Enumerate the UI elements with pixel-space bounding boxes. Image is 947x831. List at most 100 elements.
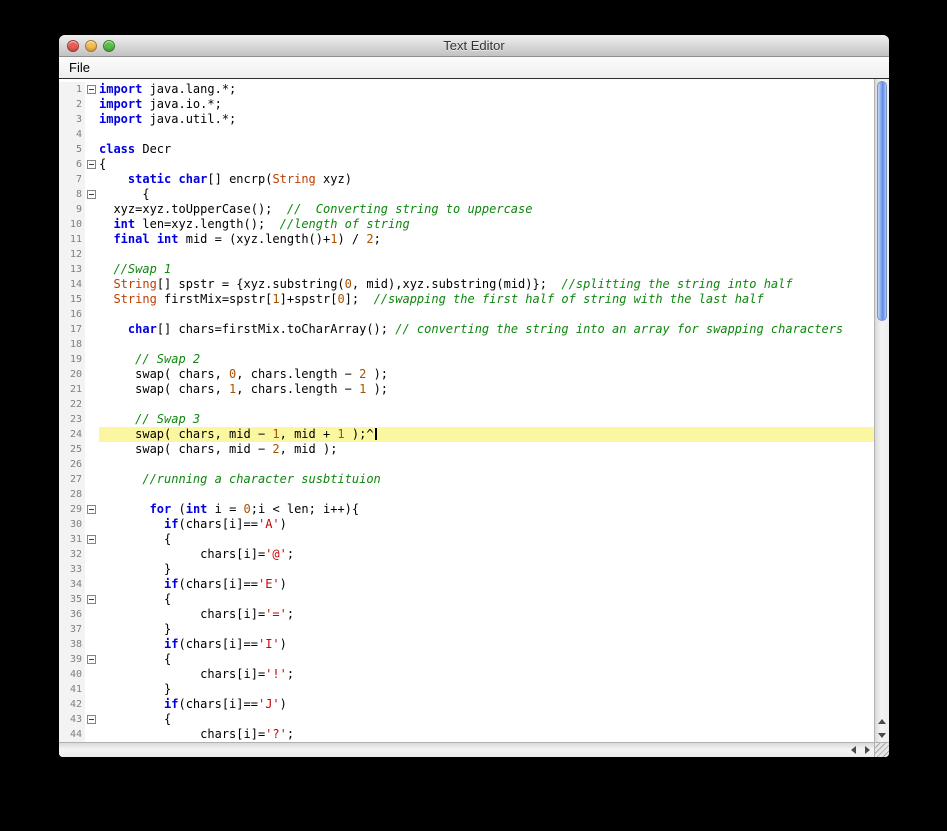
fold-marker[interactable] [85,532,99,547]
fold-marker[interactable] [85,502,99,517]
code-line[interactable]: 23 // Swap 3 [59,412,874,427]
fold-collapse-icon[interactable] [87,715,96,724]
vertical-scrollbar-thumb[interactable] [877,81,887,321]
fold-marker[interactable] [85,157,99,172]
code-text[interactable] [99,337,874,352]
code-text[interactable]: final int mid = (xyz.length()+1) / 2; [99,232,874,247]
fold-marker[interactable] [85,187,99,202]
code-text[interactable]: chars[i]='?'; [99,727,874,742]
code-line[interactable]: 11 final int mid = (xyz.length()+1) / 2; [59,232,874,247]
code-text[interactable]: String firstMix=spstr[1]+spstr[0]; //swa… [99,292,874,307]
scroll-right-button[interactable] [860,743,874,757]
fold-collapse-icon[interactable] [87,160,96,169]
vertical-scrollbar[interactable] [874,79,889,742]
code-line[interactable]: 2 import java.io.*; [59,97,874,112]
code-line[interactable]: 24 swap( chars, mid − 1, mid + 1 );^ [59,427,874,442]
code-line[interactable]: 41 } [59,682,874,697]
code-line[interactable]: 40 chars[i]='!'; [59,667,874,682]
code-line[interactable]: 13 //Swap 1 [59,262,874,277]
resize-grip[interactable] [874,742,889,757]
fold-marker[interactable] [85,592,99,607]
code-text[interactable]: xyz=xyz.toUpperCase(); // Converting str… [99,202,874,217]
code-text[interactable] [99,457,874,472]
code-line[interactable]: 7 static char[] encrp(String xyz) [59,172,874,187]
scroll-up-button[interactable] [875,714,889,728]
code-text[interactable] [99,127,874,142]
code-text[interactable]: // Swap 2 [99,352,874,367]
code-text[interactable]: chars[i]='!'; [99,667,874,682]
code-line[interactable]: 32 chars[i]='@'; [59,547,874,562]
code-line[interactable]: 28 [59,487,874,502]
code-text[interactable]: swap( chars, 0, chars.length − 2 ); [99,367,874,382]
code-area[interactable]: 1 import java.lang.*; 2 import java.io.*; 3 i… [59,79,874,742]
code-text[interactable]: if(chars[i]=='I') [99,637,874,652]
code-text[interactable]: int len=xyz.length(); //length of string [99,217,874,232]
code-line[interactable]: 10 int len=xyz.length(); //length of str… [59,217,874,232]
titlebar[interactable]: Text Editor [59,35,889,57]
code-line[interactable]: 4 [59,127,874,142]
code-text[interactable]: } [99,622,874,637]
code-line[interactable]: 19 // Swap 2 [59,352,874,367]
fold-collapse-icon[interactable] [87,595,96,604]
code-line[interactable]: 44 chars[i]='?'; [59,727,874,742]
fold-collapse-icon[interactable] [87,655,96,664]
code-text[interactable] [99,247,874,262]
code-line[interactable]: 20 swap( chars, 0, chars.length − 2 ); [59,367,874,382]
code-text[interactable]: chars[i]='@'; [99,547,874,562]
code-line[interactable]: 35 { [59,592,874,607]
code-line[interactable]: 36 chars[i]='='; [59,607,874,622]
code-text[interactable]: if(chars[i]=='E') [99,577,874,592]
code-text[interactable]: //running a character susbtituion [99,472,874,487]
code-text[interactable]: import java.util.*; [99,112,874,127]
code-text[interactable]: class Decr [99,142,874,157]
scroll-left-button[interactable] [846,743,860,757]
close-button[interactable] [67,39,79,52]
code-line[interactable]: 14 String[] spstr = {xyz.substring(0, mi… [59,277,874,292]
code-text[interactable]: // Swap 3 [99,412,874,427]
code-line[interactable]: 39 { [59,652,874,667]
code-text[interactable]: { [99,532,874,547]
code-text[interactable]: swap( chars, 1, chars.length − 1 ); [99,382,874,397]
code-text[interactable]: static char[] encrp(String xyz) [99,172,874,187]
code-line[interactable]: 34 if(chars[i]=='E') [59,577,874,592]
code-text[interactable]: import java.lang.*; [99,82,874,97]
code-text[interactable]: String[] spstr = {xyz.substring(0, mid),… [99,277,874,292]
code-line[interactable]: 30 if(chars[i]=='A') [59,517,874,532]
menu-file[interactable]: File [59,57,100,78]
code-line[interactable]: 22 [59,397,874,412]
code-text[interactable]: } [99,562,874,577]
fold-marker[interactable] [85,652,99,667]
code-text[interactable]: swap( chars, mid − 2, mid ); [99,442,874,457]
code-text[interactable]: if(chars[i]=='J') [99,697,874,712]
fold-collapse-icon[interactable] [87,190,96,199]
code-line[interactable]: 16 [59,307,874,322]
code-line[interactable]: 15 String firstMix=spstr[1]+spstr[0]; //… [59,292,874,307]
code-text[interactable]: if(chars[i]=='A') [99,517,874,532]
code-text[interactable]: swap( chars, mid − 1, mid + 1 );^ [99,427,874,442]
code-line[interactable]: 18 [59,337,874,352]
zoom-button[interactable] [103,39,115,52]
code-line[interactable]: 5 class Decr [59,142,874,157]
fold-collapse-icon[interactable] [87,535,96,544]
code-text[interactable]: for (int i = 0;i < len; i++){ [99,502,874,517]
code-line[interactable]: 33 } [59,562,874,577]
code-text[interactable]: { [99,187,874,202]
code-line[interactable]: 29 for (int i = 0;i < len; i++){ [59,502,874,517]
code-line[interactable]: 38 if(chars[i]=='I') [59,637,874,652]
code-text[interactable]: char[] chars=firstMix.toCharArray(); // … [99,322,874,337]
fold-collapse-icon[interactable] [87,85,96,94]
code-text[interactable]: { [99,592,874,607]
code-line[interactable]: 27 //running a character susbtituion [59,472,874,487]
code-line[interactable]: 9 xyz=xyz.toUpperCase(); // Converting s… [59,202,874,217]
code-line[interactable]: 12 [59,247,874,262]
code-text[interactable]: { [99,652,874,667]
code-line[interactable]: 6{ [59,157,874,172]
code-text[interactable]: import java.io.*; [99,97,874,112]
code-text[interactable]: { [99,712,874,727]
code-line[interactable]: 1 import java.lang.*; [59,82,874,97]
fold-collapse-icon[interactable] [87,505,96,514]
code-text[interactable]: chars[i]='='; [99,607,874,622]
code-text[interactable]: } [99,682,874,697]
code-line[interactable]: 26 [59,457,874,472]
code-line[interactable]: 25 swap( chars, mid − 2, mid ); [59,442,874,457]
